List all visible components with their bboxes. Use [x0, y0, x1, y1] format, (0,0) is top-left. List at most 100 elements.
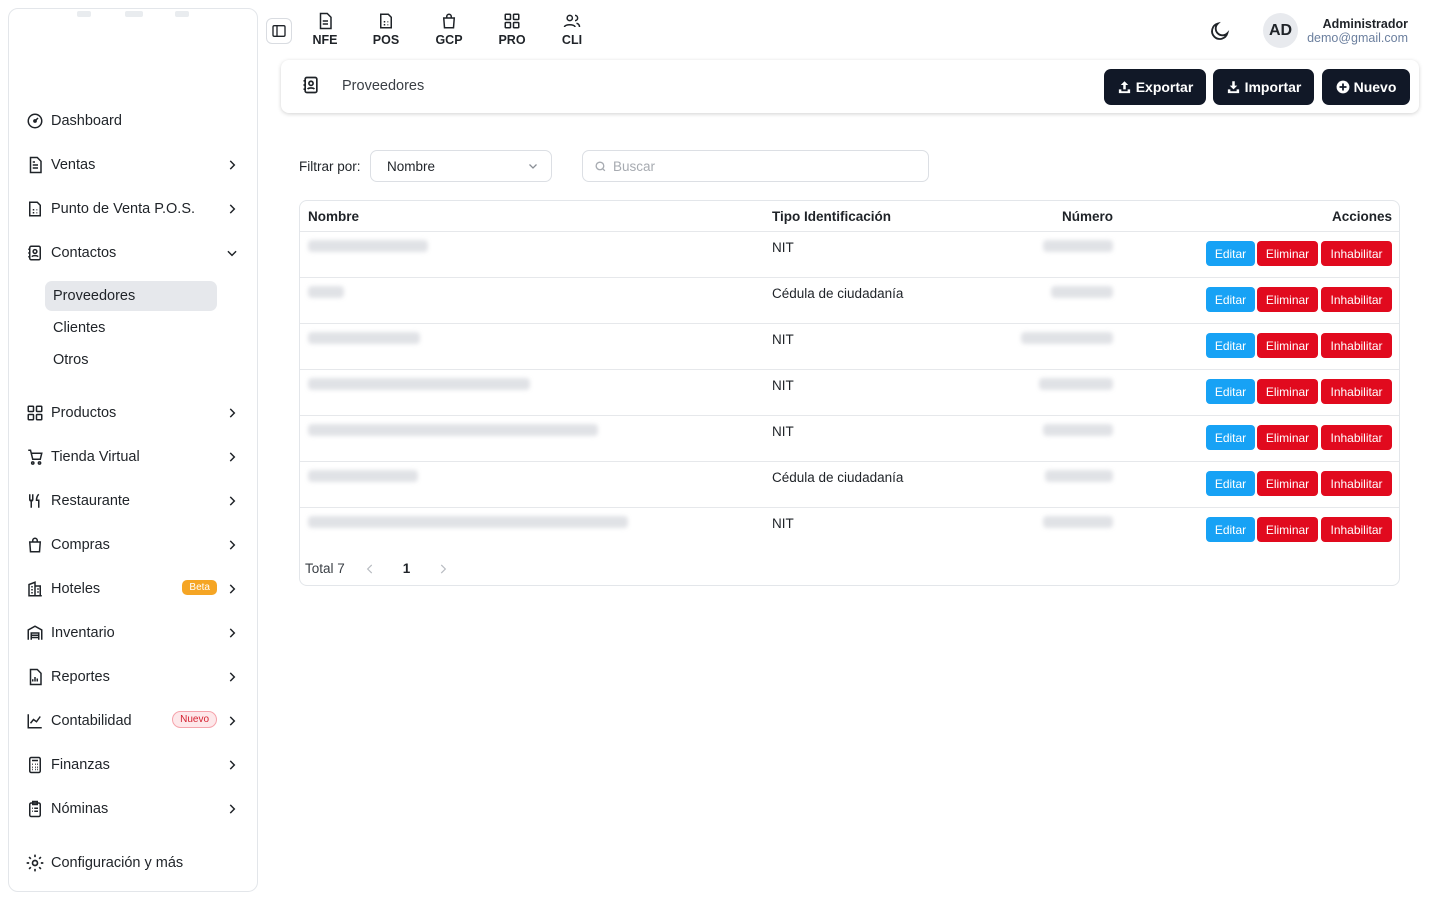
sidebar-subitem-clientes[interactable]: Clientes — [45, 313, 217, 343]
sidebar-item-ventas[interactable]: Ventas — [25, 151, 249, 179]
quick-link-nfe[interactable]: NFE — [305, 12, 345, 50]
filter-select-value: Nombre — [387, 158, 436, 174]
redacted-number — [1043, 240, 1113, 252]
filter-select[interactable]: Nombre — [370, 150, 552, 182]
sidebar-toggle-button[interactable] — [266, 18, 292, 44]
sidebar-item-nominas[interactable]: Nóminas — [25, 795, 249, 823]
dark-mode-toggle[interactable] — [1209, 20, 1231, 42]
building-icon — [25, 579, 45, 599]
disable-button[interactable]: Inhabilitar — [1321, 379, 1392, 404]
moon-icon — [1211, 21, 1230, 40]
cell-tipo: Cédula de ciudadanía — [772, 470, 904, 485]
chevron-right-icon — [229, 716, 236, 726]
document-icon — [25, 155, 45, 175]
edit-button[interactable]: Editar — [1206, 425, 1255, 450]
cell-tipo: Cédula de ciudadanía — [772, 286, 904, 301]
chevron-down-icon — [227, 250, 237, 257]
sidebar-subitem-otros[interactable]: Otros — [45, 345, 217, 375]
sidebar-item-label: Ventas — [51, 157, 96, 173]
sidebar-item-label: Configuración y más — [51, 855, 184, 871]
export-button[interactable]: Exportar — [1104, 69, 1206, 105]
sidebar-item-contabilidad[interactable]: Contabilidad Nuevo — [25, 707, 249, 735]
new-button[interactable]: Nuevo — [1322, 69, 1410, 105]
redacted-name — [308, 516, 628, 528]
sidebar-item-hoteles[interactable]: Hoteles Beta — [25, 575, 249, 603]
quick-link-pro[interactable]: PRO — [492, 12, 532, 50]
column-header-acciones: Acciones — [1331, 209, 1392, 224]
sidebar-item-pos[interactable]: Punto de Venta P.O.S. — [25, 195, 249, 223]
sidebar-item-dashboard[interactable]: Dashboard — [25, 107, 249, 135]
delete-button[interactable]: Eliminar — [1257, 241, 1318, 266]
sidebar-item-label: Inventario — [51, 625, 115, 641]
contacts-icon — [25, 243, 45, 263]
disable-button[interactable]: Inhabilitar — [1321, 333, 1392, 358]
import-button[interactable]: Importar — [1213, 69, 1314, 105]
cell-tipo: NIT — [772, 240, 794, 255]
pos-icon — [380, 13, 392, 29]
quick-link-cli[interactable]: CLI — [552, 12, 592, 50]
sidebar-item-label: Nóminas — [51, 801, 109, 817]
chevron-left-icon[interactable] — [363, 562, 377, 576]
edit-button[interactable]: Editar — [1206, 241, 1255, 266]
sidebar-item-configuracion[interactable]: Configuración y más — [25, 849, 249, 877]
sidebar-item-finanzas[interactable]: Finanzas — [25, 751, 249, 779]
sidebar-subitem-proveedores[interactable]: Proveedores — [45, 281, 217, 311]
chevron-right-icon — [229, 628, 236, 638]
disable-button[interactable]: Inhabilitar — [1321, 287, 1392, 312]
page-header: Proveedores Exportar Importar Nuevo — [281, 60, 1419, 113]
edit-button[interactable]: Editar — [1206, 471, 1255, 496]
delete-button[interactable]: Eliminar — [1257, 471, 1318, 496]
sidebar-item-label: Restaurante — [51, 493, 130, 509]
quick-link-gcp[interactable]: GCP — [429, 12, 469, 50]
edit-button[interactable]: Editar — [1206, 517, 1255, 542]
redacted-number — [1051, 286, 1113, 298]
redacted-number — [1021, 332, 1113, 344]
users-icon — [563, 14, 581, 28]
column-header-tipo[interactable]: Tipo Identificación — [772, 209, 891, 224]
sidebar-item-label: Compras — [51, 537, 110, 553]
sidebar-item-label: Punto de Venta P.O.S. — [51, 201, 196, 217]
delete-button[interactable]: Eliminar — [1257, 333, 1318, 358]
sidebar-item-tienda-virtual[interactable]: Tienda Virtual — [25, 443, 249, 471]
search-input[interactable] — [583, 151, 928, 181]
quick-link-label: NFE — [312, 33, 338, 47]
delete-button[interactable]: Eliminar — [1257, 379, 1318, 404]
edit-button[interactable]: Editar — [1206, 333, 1255, 358]
table-row: Cédula de ciudadanía Editar Eliminar Inh… — [300, 461, 1399, 507]
table-row: Cédula de ciudadanía Editar Eliminar Inh… — [300, 277, 1399, 323]
chevron-right-icon — [229, 204, 236, 214]
disable-button[interactable]: Inhabilitar — [1321, 517, 1392, 542]
page-number[interactable]: 1 — [403, 561, 411, 576]
disable-button[interactable]: Inhabilitar — [1321, 425, 1392, 450]
sidebar-item-restaurante[interactable]: Restaurante — [25, 487, 249, 515]
sidebar-item-label: Contabilidad — [51, 713, 132, 729]
delete-button[interactable]: Eliminar — [1257, 517, 1318, 542]
quick-link-pos[interactable]: POS — [366, 12, 406, 50]
grid-icon — [25, 403, 45, 423]
quick-link-label: PRO — [498, 33, 526, 47]
sidebar-item-compras[interactable]: Compras — [25, 531, 249, 559]
chevron-right-icon[interactable] — [436, 562, 450, 576]
sidebar-item-label: Tienda Virtual — [51, 449, 140, 465]
disable-button[interactable]: Inhabilitar — [1321, 471, 1392, 496]
sidebar-item-label: Hoteles — [51, 581, 101, 597]
chevron-right-icon — [229, 452, 236, 462]
sidebar-item-inventario[interactable]: Inventario — [25, 619, 249, 647]
redacted-name — [308, 286, 344, 298]
dashboard-icon — [25, 111, 45, 131]
disable-button[interactable]: Inhabilitar — [1321, 241, 1392, 266]
sidebar-item-reportes[interactable]: Reportes — [25, 663, 249, 691]
redacted-name — [308, 424, 598, 436]
column-header-numero[interactable]: Número — [1062, 209, 1113, 224]
sidebar-item-productos[interactable]: Productos — [25, 399, 249, 427]
sidebar: Dashboard Ventas Punto de Venta P.O.S. C… — [8, 8, 258, 892]
search-box — [582, 150, 929, 182]
delete-button[interactable]: Eliminar — [1257, 287, 1318, 312]
edit-button[interactable]: Editar — [1206, 287, 1255, 312]
redacted-number — [1043, 516, 1113, 528]
sidebar-item-contactos[interactable]: Contactos — [25, 239, 249, 267]
column-header-nombre[interactable]: Nombre — [308, 209, 359, 224]
delete-button[interactable]: Eliminar — [1257, 425, 1318, 450]
edit-button[interactable]: Editar — [1206, 379, 1255, 404]
avatar[interactable]: AD — [1263, 13, 1298, 48]
